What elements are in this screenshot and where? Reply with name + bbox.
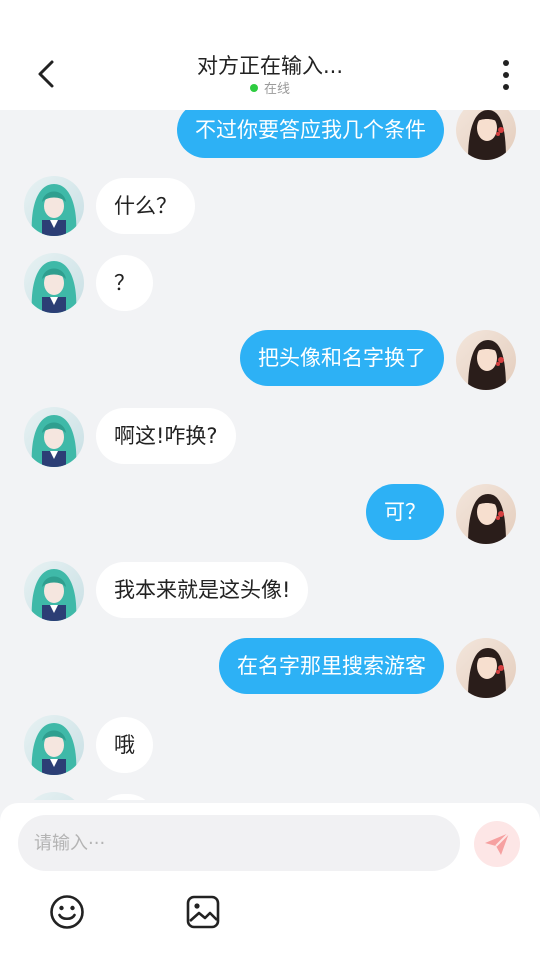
avatar-image-girl-icon bbox=[456, 484, 516, 544]
online-dot-icon bbox=[249, 84, 258, 92]
avatar-image-teal-icon bbox=[24, 407, 84, 467]
message-bubble: 不过你要答应我几个条件 bbox=[177, 110, 444, 158]
message-incoming bbox=[0, 792, 540, 800]
my-avatar[interactable] bbox=[456, 330, 516, 390]
my-avatar[interactable] bbox=[456, 110, 516, 160]
message-bubble: 哦 bbox=[96, 717, 153, 773]
online-status: 在线 bbox=[0, 78, 540, 97]
more-button[interactable] bbox=[496, 58, 516, 92]
avatar-image-teal-icon bbox=[24, 715, 84, 775]
contact-avatar[interactable] bbox=[24, 407, 84, 467]
online-status-label: 在线 bbox=[263, 82, 290, 97]
message-bubble: 可？ bbox=[366, 484, 444, 540]
message-bubble: ？ bbox=[96, 255, 153, 311]
message-bubble: 把头像和名字换了 bbox=[240, 330, 444, 386]
avatar-image-girl-icon bbox=[456, 330, 516, 390]
send-button[interactable] bbox=[474, 821, 520, 867]
avatar-image-teal-icon bbox=[24, 176, 84, 236]
image-button[interactable] bbox=[184, 893, 222, 931]
message-bubble: 在名字那里搜索游客 bbox=[219, 638, 444, 694]
contact-avatar[interactable] bbox=[24, 176, 84, 236]
message-composer bbox=[0, 803, 540, 960]
message-bubble: 我本来就是这头像! bbox=[96, 562, 309, 618]
message-incoming: 我本来就是这头像! bbox=[0, 561, 540, 631]
emoji-icon bbox=[50, 895, 84, 929]
send-icon bbox=[485, 832, 510, 855]
message-incoming: 哦 bbox=[0, 715, 540, 785]
contact-avatar[interactable] bbox=[24, 715, 84, 775]
message-incoming: 啊这!咋换? bbox=[0, 407, 540, 477]
message-outgoing: 把头像和名字换了 bbox=[0, 330, 540, 400]
image-icon bbox=[186, 895, 220, 929]
my-avatar[interactable] bbox=[456, 638, 516, 698]
message-list[interactable]: 不过你要答应我几个条件 什么？ ？ 把头像和名字换了 啊这!咋换? 可？ 我本来… bbox=[0, 110, 540, 800]
my-avatar[interactable] bbox=[456, 484, 516, 544]
more-vertical-icon bbox=[503, 60, 509, 90]
emoji-button[interactable] bbox=[48, 893, 86, 931]
message-outgoing: 不过你要答应我几个条件 bbox=[0, 110, 540, 170]
avatar-image-teal-icon bbox=[24, 561, 84, 621]
message-input[interactable] bbox=[18, 815, 460, 871]
avatar-image-teal-icon bbox=[24, 792, 84, 800]
message-bubble: 啊这!咋换? bbox=[96, 408, 236, 464]
message-bubble bbox=[96, 794, 156, 800]
contact-avatar[interactable] bbox=[24, 253, 84, 313]
message-outgoing: 可？ bbox=[0, 484, 540, 554]
message-incoming: 什么？ bbox=[0, 176, 540, 246]
chat-title: 对方正在输入... bbox=[196, 54, 344, 78]
message-incoming: ？ bbox=[0, 253, 540, 323]
avatar-image-girl-icon bbox=[456, 110, 516, 160]
avatar-image-girl-icon bbox=[456, 638, 516, 698]
contact-avatar[interactable] bbox=[24, 561, 84, 621]
avatar-image-teal-icon bbox=[24, 253, 84, 313]
contact-avatar[interactable] bbox=[24, 792, 84, 800]
chat-header: 对方正在输入... 在线 bbox=[0, 0, 540, 110]
message-bubble: 什么？ bbox=[96, 178, 195, 234]
message-outgoing: 在名字那里搜索游客 bbox=[0, 638, 540, 708]
